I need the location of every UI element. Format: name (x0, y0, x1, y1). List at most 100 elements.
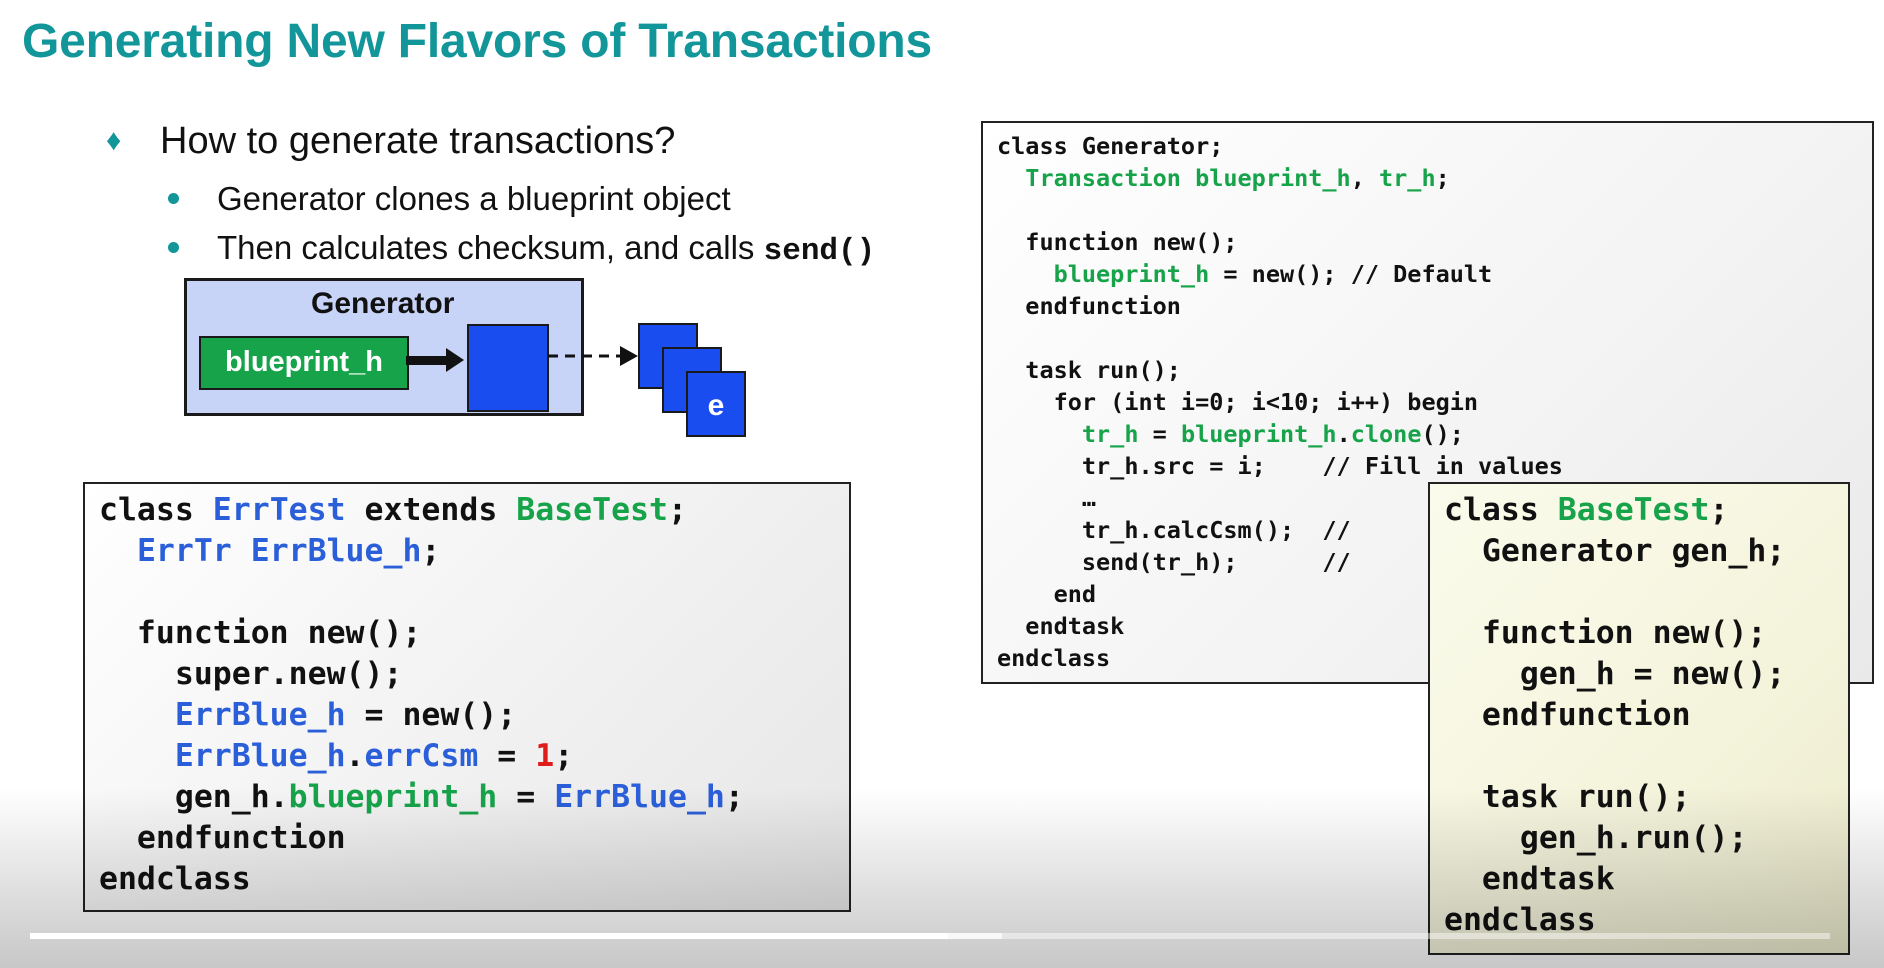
dot-bullet-icon (168, 193, 179, 204)
code-token: function new(); (99, 615, 422, 651)
code-token: ; (554, 738, 574, 774)
code-token: errCsm (364, 738, 479, 774)
code-token: ; (421, 533, 441, 569)
code-token: class (1444, 492, 1558, 528)
code-token: ; (1709, 492, 1729, 528)
code-token: endfunction (997, 292, 1181, 320)
code-token: function new(); (997, 228, 1238, 256)
code-token: tr_h (1379, 164, 1436, 192)
code-token: tr_h.calcCsm(); // (997, 516, 1351, 544)
code-token: extends (345, 492, 517, 528)
code-line: class Generator; (997, 130, 1872, 162)
code-line: tr_h = blueprint_h.clone(); (997, 418, 1872, 450)
code-line: endtask (1444, 859, 1848, 900)
code-token: gen_h. (99, 779, 289, 815)
code-line: super.new(); (99, 654, 849, 695)
slide-title: Generating New Flavors of Transactions (22, 15, 932, 68)
code-token: (); (1421, 420, 1464, 448)
code-line: endfunction (997, 290, 1872, 322)
dashed-arrow-head (620, 346, 638, 366)
code-line: for (int i=0; i<10; i++) begin (997, 386, 1872, 418)
code-token: blueprint_h (1053, 260, 1210, 288)
code-token: ErrBlue_h (554, 779, 725, 815)
code-token: = new(); (345, 697, 517, 733)
code-token: endfunction (99, 820, 346, 856)
bullet-sub-2-code: send() (763, 234, 876, 269)
code-token: for (int i=0; i<10; i++) begin (997, 388, 1479, 416)
code-token: task run(); (997, 356, 1181, 384)
code-token: endclass (99, 861, 251, 897)
bullet-sub-2-text: Then calculates checksum, and calls send… (217, 229, 875, 269)
code-token: ErrTest (212, 492, 346, 528)
code-line: gen_h = new(); (1444, 654, 1848, 695)
code-line: gen_h.blueprint_h = ErrBlue_h; (99, 777, 849, 818)
errtest-code-box: class ErrTest extends BaseTest; ErrTr Er… (83, 482, 851, 912)
code-line: ErrBlue_h.errCsm = 1; (99, 736, 849, 777)
code-token: endtask (997, 612, 1125, 640)
code-token: ; (1435, 164, 1450, 192)
code-token: . (345, 738, 365, 774)
code-token: . (1336, 420, 1351, 448)
code-line: class ErrTest extends BaseTest; (99, 490, 849, 531)
code-line: endfunction (99, 818, 849, 859)
solid-arrow-shaft (406, 356, 448, 365)
code-line: class BaseTest; (1444, 490, 1848, 531)
code-line: ​ (997, 194, 1872, 226)
diamond-bullet-icon: ♦ (106, 124, 122, 157)
code-token: 1 (535, 738, 555, 774)
code-line: tr_h.src = i; // Fill in values (997, 450, 1872, 482)
code-token: ErrTr ErrBlue_h (136, 533, 422, 569)
video-progress-played (30, 933, 948, 939)
code-token: tr_h (1081, 420, 1139, 448)
bullet-main-text: How to generate transactions? (160, 120, 676, 162)
code-token: = (497, 779, 555, 815)
code-token: … (997, 484, 1097, 512)
code-token: gen_h = new(); (1444, 656, 1786, 692)
code-line: gen_h.run(); (1444, 818, 1848, 859)
code-line: ​ (1444, 736, 1848, 777)
code-token: blueprint_h (1180, 420, 1337, 448)
code-token: ErrBlue_h (174, 697, 346, 733)
code-token: task run(); (1444, 779, 1691, 815)
code-token: send(tr_h); // (997, 548, 1351, 576)
code-token: = (1138, 420, 1181, 448)
code-token: Generator gen_h; (1444, 533, 1786, 569)
code-line: ​ (1444, 572, 1848, 613)
code-line: task run(); (997, 354, 1872, 386)
code-token: endfunction (1444, 697, 1691, 733)
code-token: endclass (997, 644, 1111, 672)
code-line: endclass (99, 859, 849, 900)
code-line: Generator gen_h; (1444, 531, 1848, 572)
code-token: class (99, 492, 213, 528)
code-line: ErrBlue_h = new(); (99, 695, 849, 736)
code-line: ​ (997, 322, 1872, 354)
code-line: function new(); (1444, 613, 1848, 654)
transaction-stack-front: e (686, 371, 746, 437)
code-token: endtask (1444, 861, 1615, 897)
code-line: Transaction blueprint_h, tr_h; (997, 162, 1872, 194)
bullet-sub-2-prefix: Then calculates checksum, and calls (217, 229, 764, 266)
solid-arrow-head (446, 348, 464, 372)
code-token: function new(); (1444, 615, 1767, 651)
code-line: function new(); (997, 226, 1872, 258)
code-token: BaseTest (1557, 492, 1710, 528)
code-token: BaseTest (516, 492, 668, 528)
code-line: ErrTr ErrBlue_h; (99, 531, 849, 572)
code-token: ErrBlue_h (174, 738, 346, 774)
code-token: super.new(); (99, 656, 403, 692)
video-progress-bar[interactable] (30, 933, 1830, 939)
code-line: endfunction (1444, 695, 1848, 736)
code-line: blueprint_h = new(); // Default (997, 258, 1872, 290)
code-token: blueprint_h (288, 779, 498, 815)
basetest-code-box: class BaseTest; Generator gen_h;​ functi… (1428, 482, 1850, 955)
code-token: clone (1350, 420, 1422, 448)
code-token: gen_h.run(); (1444, 820, 1748, 856)
code-line: function new(); (99, 613, 849, 654)
code-token: ; (667, 492, 687, 528)
code-token: , (1350, 164, 1380, 192)
